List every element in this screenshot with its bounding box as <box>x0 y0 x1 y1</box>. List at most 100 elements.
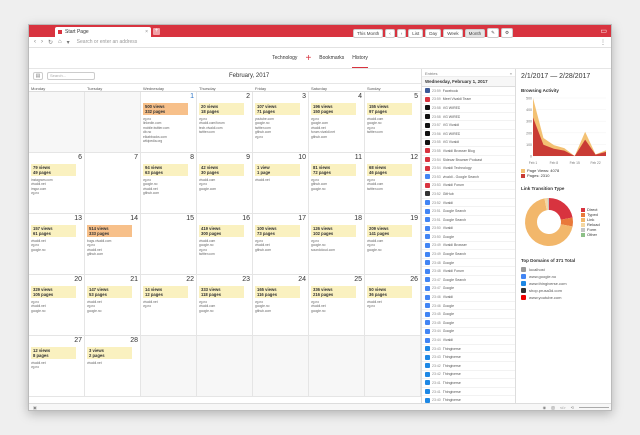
history-entry[interactable]: 23:41 Thingiverse <box>422 379 515 388</box>
site-item[interactable]: soundcloud.com <box>311 248 362 252</box>
domain-item[interactable]: shop.prusa3d.com <box>521 287 608 294</box>
day-cell[interactable]: 27 12 views 8 pages vivaldi.net vg.no <box>29 336 85 397</box>
day-stats[interactable]: 79 views 49 pages <box>31 164 76 176</box>
nav-technology[interactable]: Technology <box>272 49 297 67</box>
site-item[interactable]: vg.no <box>143 304 194 308</box>
day-stats[interactable]: 68 views 46 pages <box>367 164 412 176</box>
history-entry[interactable]: 23:54 Vivaldi Technology <box>422 164 515 173</box>
history-entry[interactable]: 23:49 Vivaldi Browser <box>422 242 515 251</box>
entries-day-header[interactable]: Wednesday, February 1, 2017 <box>422 77 515 87</box>
site-item[interactable]: google.com <box>199 187 250 191</box>
month-button[interactable]: Month <box>464 28 486 38</box>
site-item[interactable]: wikipedia.org <box>143 139 194 143</box>
history-entry[interactable]: 23:44 Google <box>422 328 515 337</box>
day-cell[interactable]: 8 94 views 63 pages vg.no google.no vivaldi.n… <box>141 153 197 214</box>
history-entry[interactable]: 23:47 Google <box>422 285 515 294</box>
search-input[interactable]: Search... <box>47 72 95 80</box>
day-cell[interactable]: 6 79 views 49 pages instagram.com vivaldi.ne… <box>29 153 85 214</box>
history-entry[interactable]: 23:42 Thingiverse <box>422 371 515 380</box>
domain-item[interactable]: www.youtube.com <box>521 294 608 301</box>
history-entry[interactable]: 23:49 Google Search <box>422 250 515 259</box>
site-item[interactable]: vg.no <box>31 365 82 369</box>
add-icon[interactable]: + <box>305 53 311 64</box>
prev-icon[interactable]: ‹ <box>385 28 395 38</box>
history-entry[interactable]: 23:55 Vivaldi Browser Blog <box>422 147 515 156</box>
day-cell[interactable]: 14 514 views 333 pages bugs.vivaldi.com vg.n… <box>85 214 141 275</box>
history-entry[interactable]: 23:41 Thingiverse <box>422 388 515 397</box>
day-stats[interactable]: 165 views 116 pages <box>255 286 300 298</box>
day-stats[interactable]: 20 views 18 pages <box>199 103 244 115</box>
day-stats[interactable]: 336 views 216 pages <box>311 286 356 298</box>
day-stats[interactable]: 42 views 30 pages <box>199 164 244 176</box>
history-entry[interactable]: 23:50 Vivaldi <box>422 225 515 234</box>
history-entry[interactable]: 23:46 Vivaldi <box>422 293 515 302</box>
close-icon[interactable]: × <box>145 29 148 35</box>
zoom-slider[interactable] <box>579 406 609 408</box>
day-stats[interactable]: 12 views 8 pages <box>31 347 76 359</box>
site-item[interactable]: github.com <box>255 248 306 252</box>
history-entry[interactable]: 23:43 Thingiverse <box>422 345 515 354</box>
reload-icon[interactable]: ↻ <box>48 39 53 46</box>
day-stats[interactable]: 209 views 141 pages <box>367 225 412 237</box>
day-cell[interactable]: 1 500 views 332 pages vg.no linkedin.com mobi… <box>141 92 197 153</box>
expand-icon[interactable]: » <box>510 71 512 76</box>
domain-item[interactable]: localhost <box>521 266 608 273</box>
day-stats[interactable]: 514 views 333 pages <box>87 225 132 237</box>
broom-icon[interactable]: ✎ <box>487 28 499 38</box>
home-icon[interactable]: ⌂ <box>58 39 62 45</box>
tab-start-page[interactable]: Start Page × <box>55 27 151 37</box>
site-item[interactable]: github.com <box>255 309 306 313</box>
new-tab-button[interactable]: + <box>153 28 160 35</box>
history-entry[interactable]: 23:53 vivaldi - Google Search <box>422 173 515 182</box>
history-entry[interactable]: 23:52 Vivaldi <box>422 199 515 208</box>
menu-icon[interactable]: ⋮ <box>600 39 606 46</box>
domain-item[interactable]: www.google.no <box>521 273 608 280</box>
day-cell[interactable]: 19 209 views 141 pages vivaldi.com vg.no goog… <box>365 214 421 275</box>
site-item[interactable]: vg.no <box>31 191 82 195</box>
day-cell[interactable]: 23 333 views 118 pages vg.no vivaldi.com goog… <box>197 275 253 336</box>
history-entry[interactable]: 23:51 Google Search <box>422 207 515 216</box>
history-entry[interactable]: 23:45 Google <box>422 319 515 328</box>
history-entry[interactable]: 23:53 Vivaldi Forum <box>422 182 515 191</box>
day-cell[interactable]: 17 100 views 73 pages vg.no vivaldi.net githu… <box>253 214 309 275</box>
history-entry[interactable]: 23:48 Vivaldi Forum <box>422 267 515 277</box>
history-entry[interactable]: 23:55 VG Vivaldi <box>422 139 515 148</box>
history-entry[interactable]: 23:59 Meet Vivaldi Team <box>422 96 515 105</box>
camera-icon[interactable]: ◉ <box>543 405 547 410</box>
site-item[interactable]: twitter.com <box>199 130 250 134</box>
history-entry[interactable]: 23:47 Google Search <box>422 276 515 285</box>
day-cell[interactable]: 9 42 views 30 pages vivaldi.com vg.no google.… <box>197 153 253 214</box>
history-entry[interactable]: 23:42 Thingiverse <box>422 362 515 371</box>
list-button[interactable]: List <box>408 28 424 38</box>
day-cell[interactable]: 15 <box>141 214 197 275</box>
day-cell[interactable]: 13 157 views 61 pages vivaldi.net vg.no googl… <box>29 214 85 275</box>
history-entry[interactable]: 23:58 VG WIRED <box>422 104 515 113</box>
address-dropdown-icon[interactable]: ▾ <box>67 39 70 46</box>
day-cell[interactable]: 22 14 views 12 pages vivaldi.net vg.no <box>141 275 197 336</box>
site-item[interactable]: twitter.com <box>367 130 418 134</box>
site-item[interactable]: google.no <box>31 309 82 313</box>
day-cell[interactable]: 25 336 views 216 pages vg.no vivaldi.net goog… <box>309 275 365 336</box>
sidebar-toggle-icon[interactable]: ▤ <box>33 72 43 80</box>
history-entry[interactable]: 23:54 Sidecar Browser Podcast <box>422 156 515 165</box>
gear-icon[interactable]: ⚙ <box>500 28 513 38</box>
forward-icon[interactable]: › <box>41 39 43 45</box>
day-cell[interactable]: 28 3 views 2 pages vivaldi.net <box>85 336 141 397</box>
history-entry[interactable]: 23:50 Google <box>422 233 515 242</box>
day-stats[interactable]: 155 views 97 pages <box>367 103 412 115</box>
code-icon[interactable]: </> <box>560 405 566 410</box>
day-cell[interactable]: 7 <box>85 153 141 214</box>
site-item[interactable]: github.com <box>143 191 194 195</box>
site-item[interactable]: google.no <box>367 248 418 252</box>
day-stats[interactable]: 94 views 63 pages <box>143 164 188 176</box>
domain-item[interactable]: www.thingiverse.com <box>521 280 608 287</box>
history-entry[interactable]: 23:43 Thingiverse <box>422 353 515 362</box>
day-stats[interactable]: 81 views 72 pages <box>311 164 356 176</box>
day-cell[interactable]: 10 1 view 1 page vivaldi.net <box>253 153 309 214</box>
this-month-button[interactable]: This Month <box>352 28 384 38</box>
day-stats[interactable]: 126 views 102 pages <box>311 225 356 237</box>
day-cell[interactable]: 18 126 views 102 pages vg.no google.no soundc… <box>309 214 365 275</box>
day-cell[interactable]: 3 107 views 71 pages youtube.com google.no tw… <box>253 92 309 153</box>
history-entry[interactable]: 23:52 GitHub <box>422 190 515 199</box>
day-stats[interactable]: 196 views 150 pages <box>311 103 356 115</box>
